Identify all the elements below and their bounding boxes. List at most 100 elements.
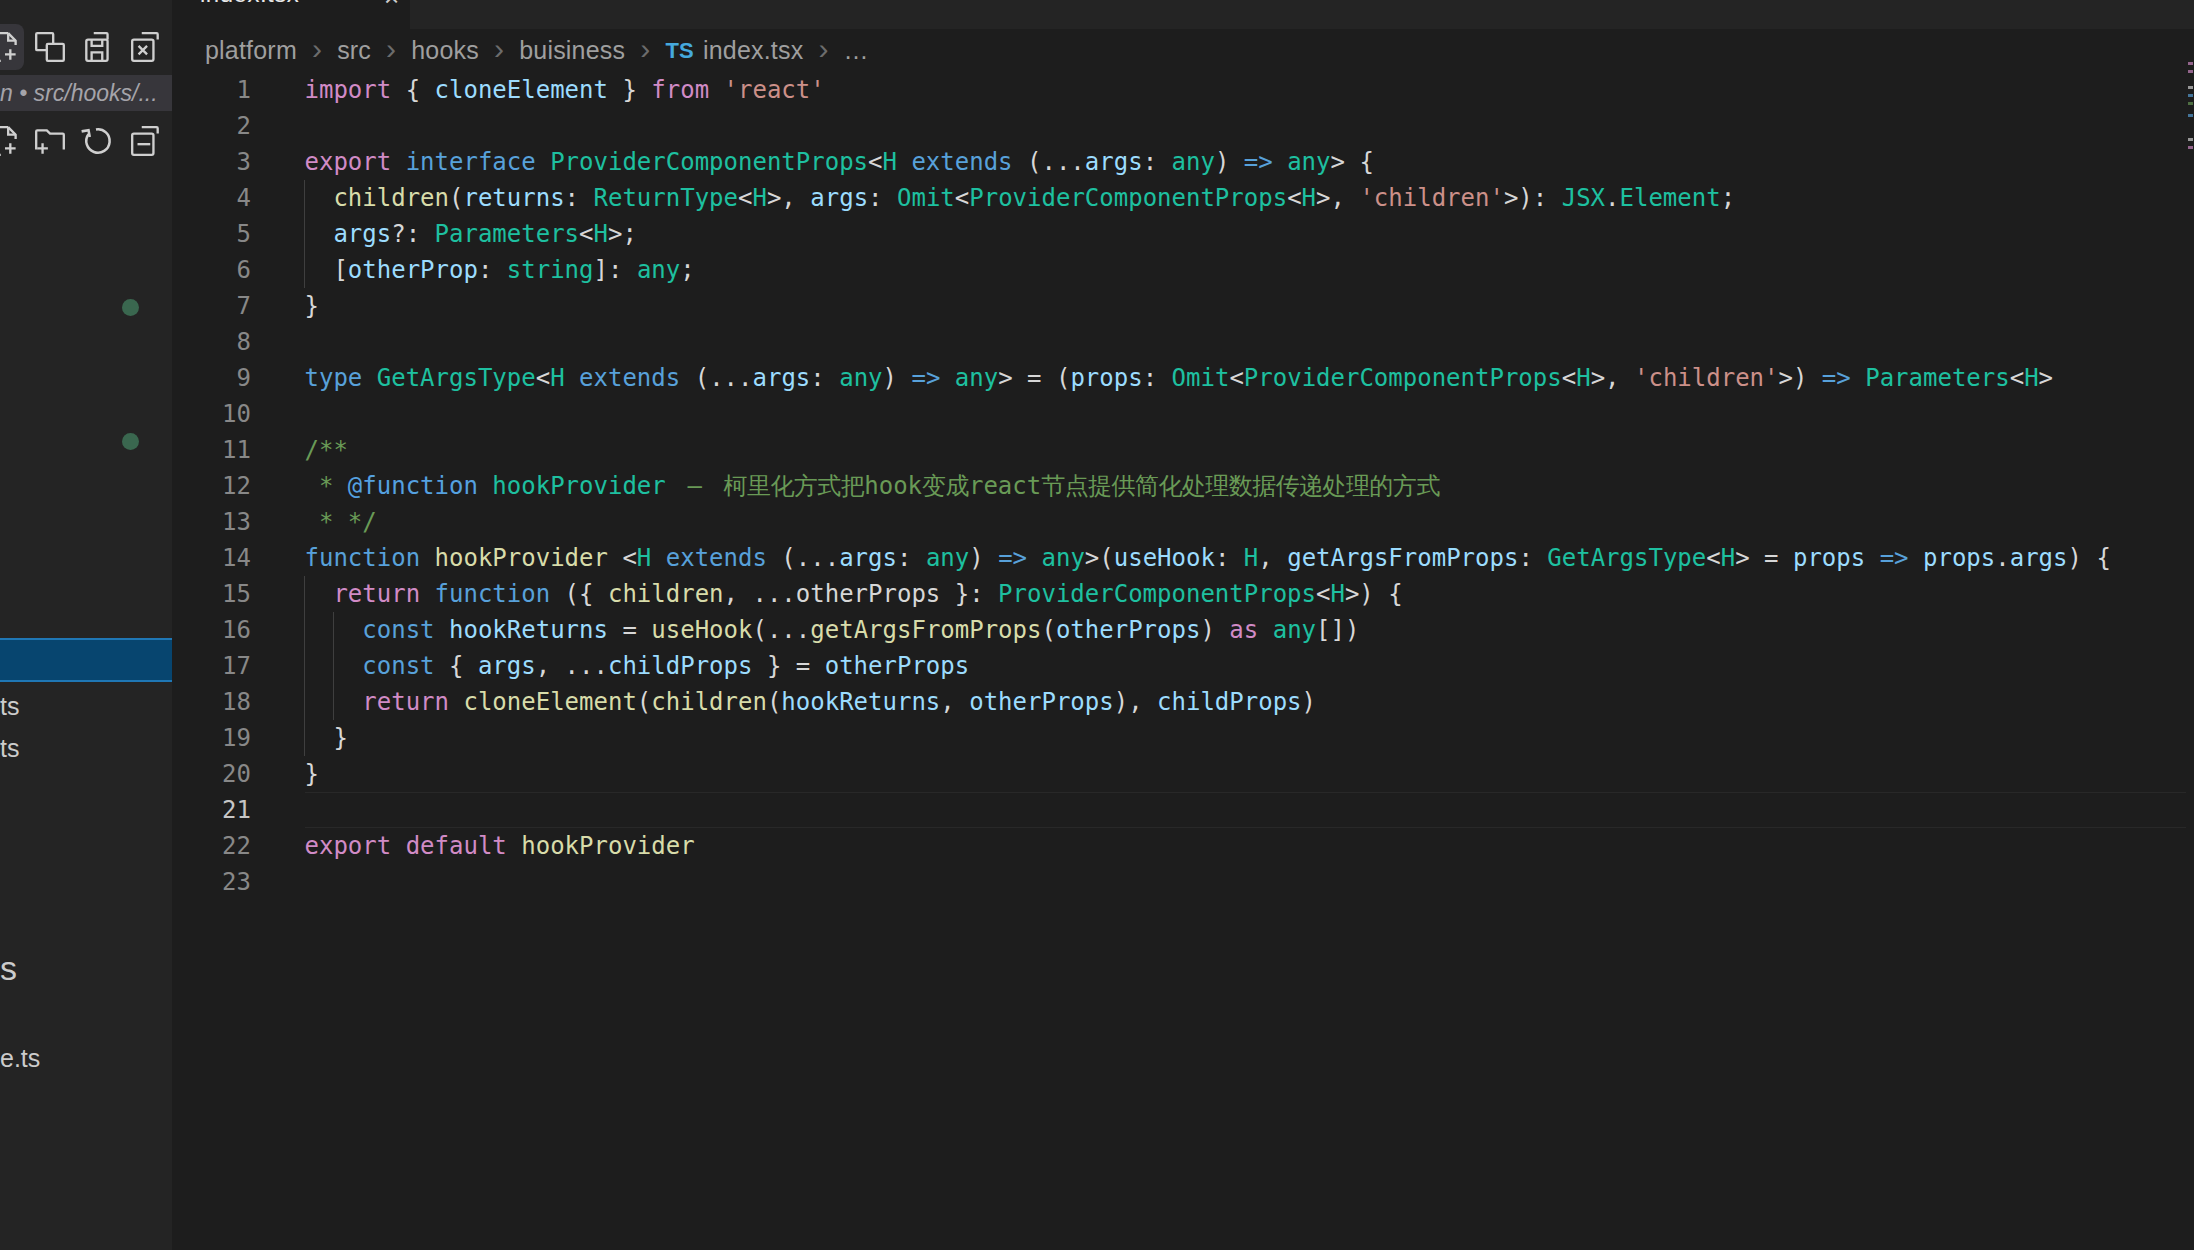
code-token: >; [608, 220, 637, 248]
code-token: ) [1302, 688, 1316, 716]
code-token: @function [348, 472, 478, 500]
code-token: GetArgsType [1547, 544, 1706, 572]
code-line[interactable]: 8 [172, 324, 2194, 360]
code-text: const hookReturns = useHook(...getArgsFr… [305, 612, 1360, 648]
code-token: >, [1316, 184, 1359, 212]
code-text: /** [305, 432, 348, 468]
code-line[interactable]: 16 const hookReturns = useHook(...getArg… [172, 612, 2194, 648]
code-line[interactable]: 3export interface ProviderComponentProps… [172, 144, 2194, 180]
code-token: args [839, 544, 897, 572]
new-folder-icon[interactable] [33, 124, 67, 158]
code-line[interactable]: 19 } [172, 720, 2194, 756]
code-line[interactable]: 22export default hookProvider [172, 828, 2194, 864]
code-token: , [940, 688, 969, 716]
code-text: return function ({ children, ...otherPro… [305, 576, 1403, 612]
code-line[interactable]: 13 * */ [172, 504, 2194, 540]
code-token: hookReturns [449, 616, 608, 644]
file-tree-item[interactable]: e.ts [0, 1044, 40, 1073]
code-line[interactable]: 23 [172, 864, 2194, 900]
code-token: >, [1591, 364, 1634, 392]
code-token: ( [637, 688, 651, 716]
code-token: : [897, 544, 926, 572]
code-token: } [305, 724, 348, 752]
breadcrumb-file[interactable]: index.tsx [703, 36, 803, 65]
code-token: hookProvider [521, 832, 694, 860]
code-line[interactable]: 18 return cloneElement(children(hookRetu… [172, 684, 2194, 720]
code-token: ( [680, 364, 709, 392]
file-tree-item[interactable]: ts [0, 692, 19, 721]
code-token: args [2010, 544, 2068, 572]
code-token: * */ [305, 508, 377, 536]
code-area[interactable]: 1import { cloneElement } from 'react'23e… [172, 72, 2194, 900]
code-token: < [1562, 364, 1576, 392]
new-untitled-file-icon[interactable] [0, 30, 22, 64]
code-line[interactable]: 4 children(returns: ReturnType<H>, args:… [172, 180, 2194, 216]
code-text: } [305, 756, 319, 792]
minimap-line [2188, 102, 2193, 105]
code-token [709, 472, 723, 500]
breadcrumb: platform› src› hooks› buisiness› TS inde… [172, 29, 2194, 72]
line-number: 11 [172, 432, 251, 468]
code-token: extends [911, 148, 1012, 176]
minimap-line [2188, 138, 2193, 141]
code-line[interactable]: 17 const { args, ...childProps } = other… [172, 648, 2194, 684]
code-line[interactable]: 10 [172, 396, 2194, 432]
code-line[interactable]: 15 return function ({ children, ...other… [172, 576, 2194, 612]
code-token: const [362, 616, 434, 644]
code-token [897, 148, 911, 176]
selected-file-row[interactable] [0, 638, 174, 682]
file-tree-item[interactable]: s [0, 949, 17, 988]
breadcrumb-trailing[interactable]: … [844, 36, 869, 65]
code-line[interactable]: 6 [otherProp: string]: any; [172, 252, 2194, 288]
code-line[interactable]: 20} [172, 756, 2194, 792]
breadcrumb-segment[interactable]: src [337, 36, 371, 65]
close-all-editors-icon[interactable] [129, 30, 163, 64]
code-token: otherProp [348, 256, 478, 284]
code-token: extends [666, 544, 767, 572]
toggle-editor-layout-icon[interactable] [33, 30, 67, 64]
code-token: 节点提供简化处理数据传递处理的方式 [1041, 472, 1440, 500]
file-tree-item[interactable]: ts [0, 734, 19, 763]
code-token: >) { [1345, 580, 1403, 608]
code-token: function [435, 580, 551, 608]
code-token: any [926, 544, 969, 572]
line-number: 2 [172, 108, 251, 144]
line-number: 6 [172, 252, 251, 288]
code-token: args [1085, 148, 1143, 176]
code-token: ( [767, 544, 796, 572]
code-token: , [536, 652, 565, 680]
breadcrumb-segment[interactable]: hooks [411, 36, 479, 65]
line-number: 20 [172, 756, 251, 792]
code-token: < [1229, 364, 1243, 392]
new-file-icon[interactable] [0, 124, 22, 158]
code-line[interactable]: 2 [172, 108, 2194, 144]
refresh-explorer-icon[interactable] [81, 124, 115, 158]
code-line[interactable]: 12 * @function hookProvider — 柯里化方式把hook… [172, 468, 2194, 504]
code-line[interactable]: 14function hookProvider <H extends (...a… [172, 540, 2194, 576]
tab-index-tsx[interactable]: index.tsx × [172, 0, 410, 29]
code-line[interactable]: 9type GetArgsType<H extends (...args: an… [172, 360, 2194, 396]
code-line[interactable]: 5 args?: Parameters<H>; [172, 216, 2194, 252]
code-token: : [868, 184, 897, 212]
code-token: as [1229, 616, 1258, 644]
code-token: < [738, 184, 752, 212]
code-token: [ [305, 256, 348, 284]
breadcrumb-segment[interactable]: platform [205, 36, 297, 65]
open-editor-item[interactable]: n • src/hooks/... [0, 75, 172, 111]
code-token [420, 544, 434, 572]
code-token: any [1042, 544, 1085, 572]
code-token: > = [1735, 544, 1793, 572]
breadcrumb-segment[interactable]: buisiness [519, 36, 625, 65]
code-line[interactable]: 21 [172, 792, 2194, 828]
code-line[interactable]: 1import { cloneElement } from 'react' [172, 72, 2194, 108]
code-token: < [2010, 364, 2024, 392]
code-token: . [1605, 184, 1619, 212]
code-text: export default hookProvider [305, 828, 695, 864]
code-line[interactable]: 11 /** [172, 432, 2194, 468]
code-token: ( [752, 616, 766, 644]
save-all-icon[interactable] [81, 30, 115, 64]
collapse-folders-icon[interactable] [129, 124, 163, 158]
tab-close-icon[interactable]: × [384, 0, 399, 13]
code-token: otherProps [825, 652, 970, 680]
code-line[interactable]: 7} [172, 288, 2194, 324]
